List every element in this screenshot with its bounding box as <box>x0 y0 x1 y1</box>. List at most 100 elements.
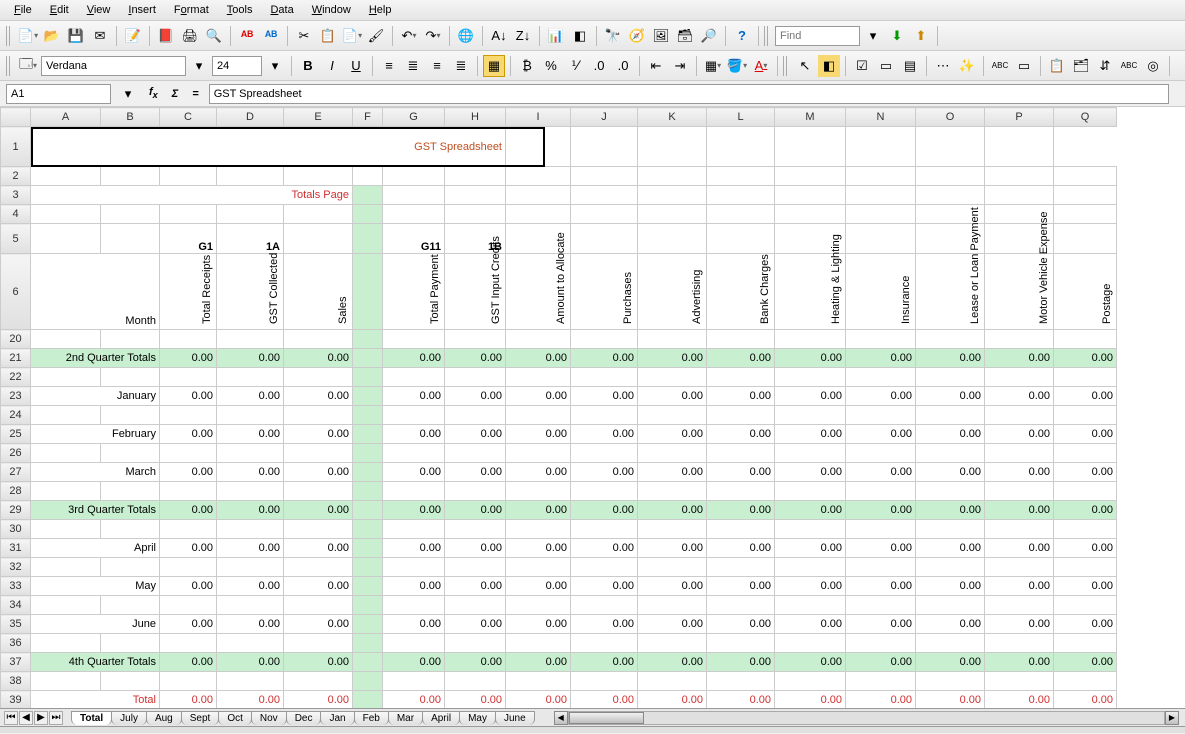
field-icon[interactable]: ABC <box>1118 55 1140 77</box>
currency-icon[interactable]: ₿ <box>516 55 538 77</box>
function-wizard-icon[interactable]: fx <box>145 86 162 100</box>
tab-prev-icon[interactable]: ◀ <box>19 711 33 725</box>
merge-cells-icon[interactable]: ▦ <box>483 55 505 77</box>
menu-view[interactable]: View <box>79 2 119 18</box>
row-header-36[interactable]: 36 <box>1 634 31 653</box>
menu-file[interactable]: FFileile <box>6 2 40 18</box>
bold-button[interactable]: B <box>297 55 319 77</box>
row-header-22[interactable]: 22 <box>1 368 31 387</box>
row-header-20[interactable]: 20 <box>1 330 31 349</box>
undo-icon[interactable]: ↶ <box>398 25 420 47</box>
percent-icon[interactable]: % <box>540 55 562 77</box>
spellcheck-icon[interactable]: ᴬᴮ <box>236 25 258 47</box>
toolbar-grip-2[interactable] <box>764 26 770 46</box>
save-icon[interactable]: 💾 <box>65 25 87 47</box>
copy-icon[interactable]: 📋 <box>317 25 339 47</box>
col-header-O[interactable]: O <box>916 108 985 127</box>
col-header-Q[interactable]: Q <box>1054 108 1117 127</box>
row-header-29[interactable]: 29 <box>1 501 31 520</box>
row-header-21[interactable]: 21 <box>1 349 31 368</box>
select-icon[interactable]: ↖ <box>794 55 816 77</box>
redo-icon[interactable]: ↷ <box>422 25 444 47</box>
row-header-34[interactable]: 34 <box>1 596 31 615</box>
col-header-H[interactable]: H <box>445 108 506 127</box>
row-header-3[interactable]: 3 <box>1 186 31 205</box>
sheet-tab-dec[interactable]: Dec <box>286 711 322 725</box>
sheet-tab-june[interactable]: June <box>495 711 535 725</box>
sheet-tab-april[interactable]: April <box>422 711 460 725</box>
col-header-F[interactable]: F <box>353 108 383 127</box>
sheet-tab-feb[interactable]: Feb <box>354 711 389 725</box>
print-preview-icon[interactable]: 🔍 <box>203 25 225 47</box>
add-decimal-icon[interactable]: .0 <box>588 55 610 77</box>
toolbar-grip-3[interactable] <box>6 56 12 76</box>
gallery-icon[interactable]: 🖼 <box>650 25 672 47</box>
col-header-D[interactable]: D <box>217 108 284 127</box>
row-header-24[interactable]: 24 <box>1 406 31 425</box>
autospell-icon[interactable]: ᴬᴮ <box>260 25 282 47</box>
row-header-32[interactable]: 32 <box>1 558 31 577</box>
col-header-G[interactable]: G <box>383 108 445 127</box>
form-nav-icon[interactable]: 🗂 <box>1070 55 1092 77</box>
tab-last-icon[interactable]: ⏭ <box>49 711 63 725</box>
row-header-39[interactable]: 39 <box>1 691 31 709</box>
row-header-25[interactable]: 25 <box>1 425 31 444</box>
bg-color-icon[interactable]: 🪣 <box>726 55 748 77</box>
size-dd-icon[interactable]: ▾ <box>264 55 286 77</box>
cellref-dd-icon[interactable]: ▾ <box>117 83 139 105</box>
datasource-icon[interactable]: 🗃 <box>674 25 696 47</box>
sheet-tab-jan[interactable]: Jan <box>320 711 354 725</box>
col-header-L[interactable]: L <box>707 108 775 127</box>
sum-icon[interactable]: Σ <box>168 88 183 100</box>
spreadsheet-grid[interactable]: A B C D E F G H I J K L M N O P Q 1 GST … <box>0 107 1185 708</box>
title-cell[interactable]: GST Spreadsheet <box>31 127 506 167</box>
col-header-B[interactable]: B <box>101 108 160 127</box>
h-scrollbar[interactable] <box>568 711 1165 725</box>
row-header-38[interactable]: 38 <box>1 672 31 691</box>
sheet-tab-total[interactable]: Total <box>71 711 112 725</box>
sheet-tab-oct[interactable]: Oct <box>218 711 252 725</box>
font-size-input[interactable] <box>212 56 262 76</box>
row-header-35[interactable]: 35 <box>1 615 31 634</box>
borders-icon[interactable]: ▦ <box>702 55 724 77</box>
menu-format[interactable]: Format <box>166 2 217 18</box>
tab-next-icon[interactable]: ▶ <box>34 711 48 725</box>
sort-desc-icon[interactable]: Z↓ <box>512 25 534 47</box>
export-pdf-icon[interactable]: 📕 <box>155 25 177 47</box>
find-replace-icon[interactable]: 🔭 <box>602 25 624 47</box>
sheet-tab-nov[interactable]: Nov <box>251 711 287 725</box>
row-header-26[interactable]: 26 <box>1 444 31 463</box>
col-header-E[interactable]: E <box>284 108 353 127</box>
menu-data[interactable]: Data <box>262 2 301 18</box>
corner-cell[interactable] <box>1 108 31 127</box>
design-mode-icon[interactable]: ◧ <box>818 55 840 77</box>
edit-icon[interactable]: 📝 <box>122 25 144 47</box>
find-input[interactable] <box>775 26 860 46</box>
row-header-33[interactable]: 33 <box>1 577 31 596</box>
align-left-icon[interactable]: ≡ <box>378 55 400 77</box>
cell[interactable]: 0.00 <box>160 349 217 368</box>
activation-icon[interactable]: ◎ <box>1142 55 1164 77</box>
row-header-31[interactable]: 31 <box>1 539 31 558</box>
underline-button[interactable]: U <box>345 55 367 77</box>
decrease-indent-icon[interactable]: ⇤ <box>645 55 667 77</box>
sheet-tab-aug[interactable]: Aug <box>146 711 182 725</box>
row-header-5[interactable]: 5 <box>1 224 31 254</box>
tab-first-icon[interactable]: ⏮ <box>4 711 18 725</box>
label-control-icon[interactable]: ABC <box>989 55 1011 77</box>
menu-edit[interactable]: Edit <box>42 2 77 18</box>
cut-icon[interactable]: ✂ <box>293 25 315 47</box>
row-header-2[interactable]: 2 <box>1 167 31 186</box>
scroll-left-icon[interactable]: ◀ <box>554 711 568 725</box>
sheet-tab-sept[interactable]: Sept <box>181 711 220 725</box>
hyperlink-icon[interactable]: 🌐 <box>455 25 477 47</box>
sheet-tab-mar[interactable]: Mar <box>388 711 423 725</box>
cell-reference-input[interactable] <box>6 84 111 104</box>
find-next-icon[interactable]: ⬇ <box>886 25 908 47</box>
dropdown-icon[interactable]: ▾ <box>862 25 884 47</box>
align-center-icon[interactable]: ≣ <box>402 55 424 77</box>
row-header-4[interactable]: 4 <box>1 205 31 224</box>
increase-indent-icon[interactable]: ⇥ <box>669 55 691 77</box>
font-name-input[interactable] <box>41 56 186 76</box>
form-text-icon[interactable]: ▭ <box>875 55 897 77</box>
